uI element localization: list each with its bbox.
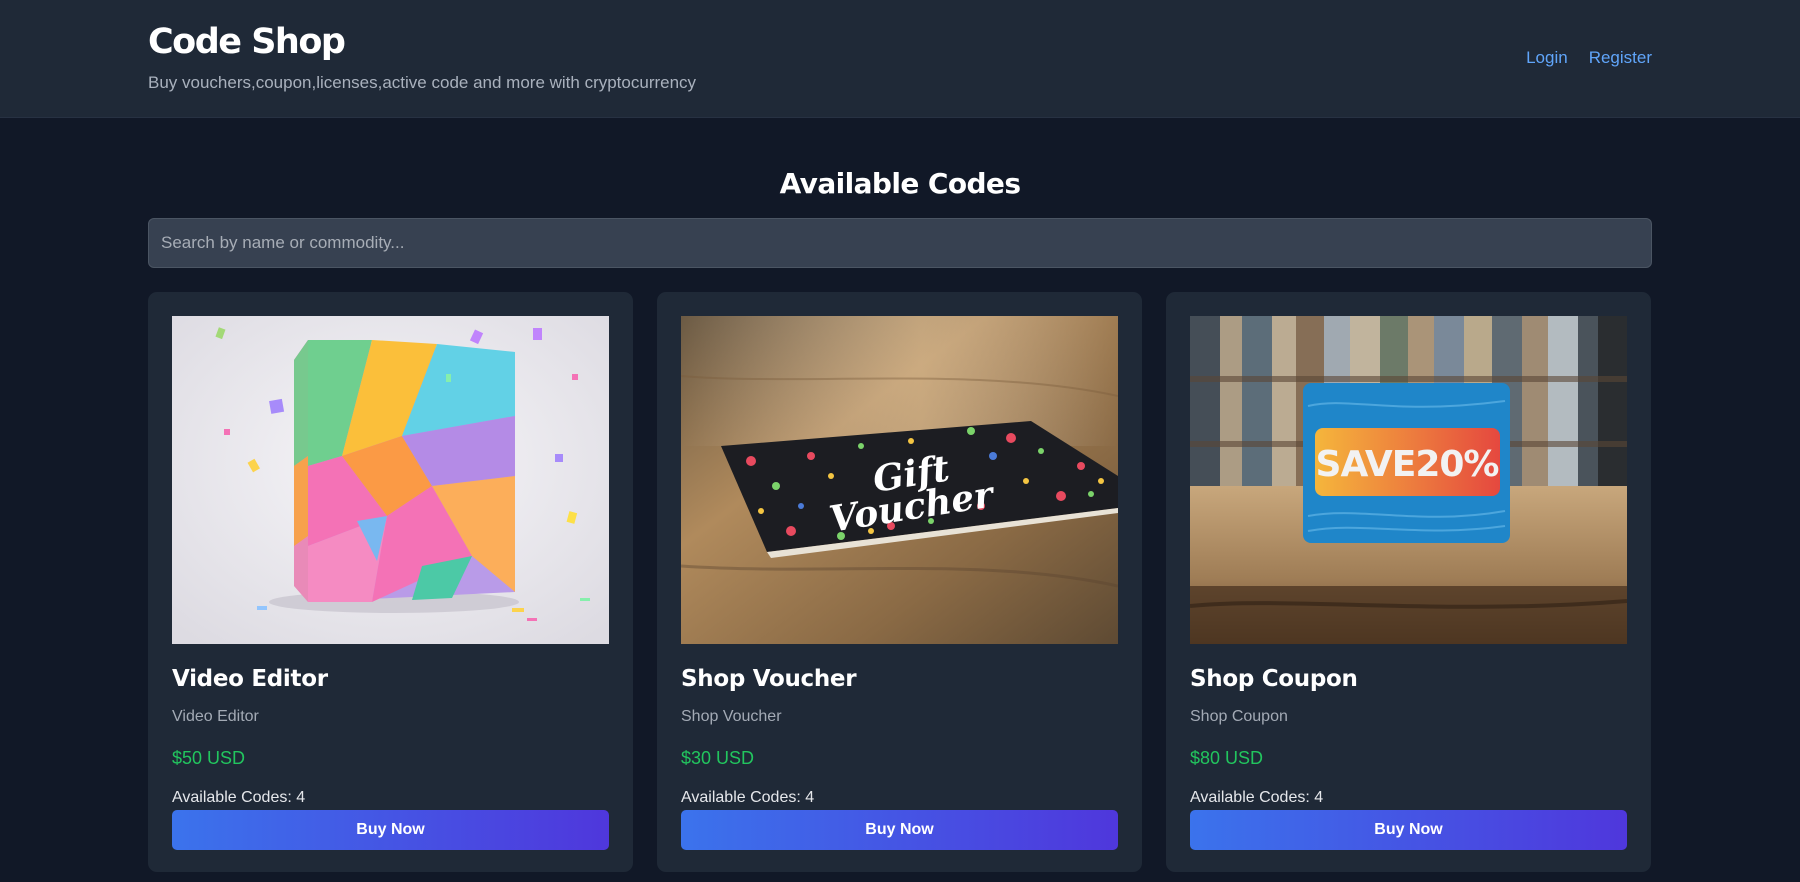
header-nav: Login Register xyxy=(1526,48,1652,68)
gift-voucher-image: Gift Voucher xyxy=(681,316,1118,644)
coupon-card-image: SAVE20% xyxy=(1190,316,1627,644)
product-subtitle: Video Editor xyxy=(172,708,259,725)
product-price: $80 USD xyxy=(1190,748,1264,768)
product-price: $50 USD xyxy=(172,748,246,768)
product-image-shop-voucher[interactable]: Gift Voucher xyxy=(681,316,1118,644)
product-subtitle: Shop Voucher xyxy=(681,708,782,725)
main-content: Available Codes Search by name or commod… xyxy=(148,166,1652,872)
product-title: Video Editor xyxy=(172,666,328,692)
search-input[interactable] xyxy=(148,218,1652,268)
svg-text:SAVE20%: SAVE20% xyxy=(1316,444,1499,485)
available-codes: Available Codes: 4 xyxy=(681,789,815,806)
site-tagline: Buy vouchers,coupon,licenses,active code… xyxy=(148,73,697,92)
available-codes: Available Codes: 4 xyxy=(172,789,306,806)
available-codes: Available Codes: 4 xyxy=(1190,789,1324,806)
buy-now-button[interactable]: Buy Now xyxy=(172,810,609,850)
product-subtitle: Shop Coupon xyxy=(1190,708,1288,725)
gift-box-image xyxy=(172,316,609,644)
product-image-video-editor[interactable] xyxy=(172,316,609,644)
product-card: SAVE20% Shop Coupon Shop Coupon $80 USD … xyxy=(1166,292,1651,872)
product-card: Video Editor Video Editor $50 USD Availa… xyxy=(148,292,633,872)
product-grid: Video Editor Video Editor $50 USD Availa… xyxy=(148,292,1652,872)
buy-now-button[interactable]: Buy Now xyxy=(1190,810,1627,850)
product-card: Gift Voucher Shop Voucher Shop Voucher $… xyxy=(657,292,1142,872)
product-title: Shop Coupon xyxy=(1190,666,1358,692)
site-title[interactable]: Code Shop xyxy=(148,22,346,62)
header-inner: Code Shop Buy vouchers,coupon,licenses,a… xyxy=(148,0,1652,117)
register-link[interactable]: Register xyxy=(1589,48,1652,68)
product-title: Shop Voucher xyxy=(681,666,857,692)
buy-now-button[interactable]: Buy Now xyxy=(681,810,1118,850)
page-title: Available Codes xyxy=(779,167,1021,200)
login-link[interactable]: Login xyxy=(1526,48,1568,68)
site-header: Code Shop Buy vouchers,coupon,licenses,a… xyxy=(0,0,1800,118)
product-price: $30 USD xyxy=(681,748,755,768)
product-image-shop-coupon[interactable]: SAVE20% xyxy=(1190,316,1627,644)
